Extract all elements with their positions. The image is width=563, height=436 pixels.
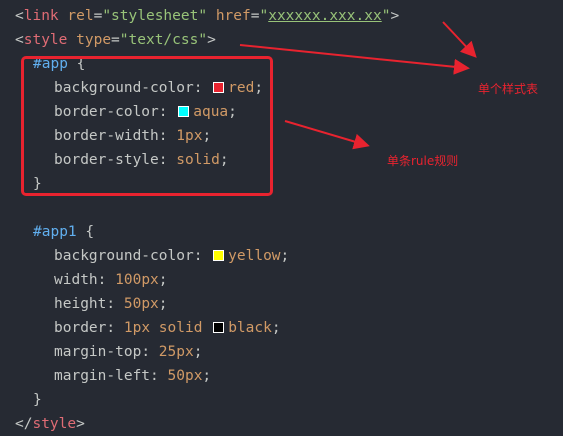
color-swatch-red xyxy=(213,82,225,93)
colon: : xyxy=(158,104,168,120)
colon: : xyxy=(150,368,159,384)
property-name: width xyxy=(54,272,98,288)
code-line-style-open: <style type="text/css"> xyxy=(15,28,216,52)
code-line-app1-margin-left: margin-left: 50px; xyxy=(54,364,211,388)
property-value-style: solid xyxy=(158,320,203,336)
colon: : xyxy=(158,128,168,144)
attr-value-stylesheet: "stylesheet" xyxy=(102,8,208,24)
colon: : xyxy=(158,152,168,168)
property-value-width: 1px xyxy=(123,320,151,336)
code-line-app-border-width: border-width: 1px; xyxy=(54,124,211,148)
brace-open: { xyxy=(85,224,95,240)
property-value: 1px xyxy=(176,128,203,144)
code-line-app1-margin-top: margin-top: 25px; xyxy=(54,340,202,364)
selector-app1: #app1 xyxy=(33,224,77,240)
semicolon: ; xyxy=(219,152,229,168)
colon: : xyxy=(106,296,116,312)
code-line-app1-border: border: 1px solid black; xyxy=(54,316,281,340)
semicolon: ; xyxy=(202,368,212,384)
semicolon: ; xyxy=(202,128,212,144)
tag-close-bracket: > xyxy=(76,416,85,432)
property-value: red xyxy=(228,80,255,96)
equals-sign: = xyxy=(111,32,120,48)
semicolon: ; xyxy=(271,320,281,336)
property-name: border-color xyxy=(54,104,159,120)
colon: : xyxy=(141,344,151,360)
code-line-link: <link rel="stylesheet" href="xxxxxx.xxx.… xyxy=(15,4,399,28)
attr-value-text-css: "text/css" xyxy=(119,32,208,48)
property-name: border xyxy=(54,320,107,336)
tag-name-link: link xyxy=(23,8,59,24)
tag-open-bracket: < xyxy=(15,8,24,24)
brace-open: { xyxy=(76,56,86,72)
color-swatch-black xyxy=(213,322,225,333)
semicolon: ; xyxy=(280,248,290,264)
property-name: height xyxy=(54,296,107,312)
tag-close-bracket: > xyxy=(390,8,400,24)
code-line-style-close: </style> xyxy=(15,412,85,436)
code-line-app1-background-color: background-color: yellow; xyxy=(54,244,289,268)
property-value: solid xyxy=(176,152,220,168)
brace-close: } xyxy=(33,392,42,408)
property-value-color: black xyxy=(228,320,272,336)
tag-name-style: style xyxy=(32,416,77,432)
property-value: 25px xyxy=(158,344,194,360)
tag-close-bracket: > xyxy=(207,32,216,48)
tag-name-style: style xyxy=(23,32,68,48)
property-name: border-width xyxy=(54,128,159,144)
semicolon: ; xyxy=(158,272,168,288)
attr-type: type xyxy=(76,32,112,48)
property-value: 50px xyxy=(123,296,159,312)
semicolon: ; xyxy=(158,296,168,312)
property-value: aqua xyxy=(193,104,229,120)
property-name: background-color xyxy=(54,248,194,264)
brace-close: } xyxy=(33,176,42,192)
code-line-app1-selector: #app1 { xyxy=(33,220,94,244)
property-name: margin-left xyxy=(54,368,151,384)
semicolon: ; xyxy=(193,344,203,360)
code-line-app-border-color: border-color: aqua; xyxy=(54,100,237,124)
property-value: 100px xyxy=(115,272,159,288)
href-link[interactable]: xxxxxx.xxx.xx xyxy=(268,8,382,24)
semicolon: ; xyxy=(228,104,237,120)
code-line-app-border-style: border-style: solid; xyxy=(54,148,229,172)
selector-app: #app xyxy=(33,56,68,72)
code-editor[interactable]: <link rel="stylesheet" href="xxxxxx.xxx.… xyxy=(0,0,563,436)
quote-open: " xyxy=(259,8,269,24)
colon: : xyxy=(193,80,203,96)
property-value: 50px xyxy=(167,368,203,384)
property-value: yellow xyxy=(228,248,281,264)
property-name: border-style xyxy=(54,152,159,168)
colon: : xyxy=(193,248,203,264)
code-line-app-selector: #app { xyxy=(33,52,85,76)
code-line-app-close: } xyxy=(33,172,42,196)
colon: : xyxy=(97,272,107,288)
property-name: margin-top xyxy=(54,344,142,360)
color-swatch-aqua xyxy=(178,106,190,117)
semicolon: ; xyxy=(254,80,264,96)
property-name: background-color xyxy=(54,80,194,96)
annotation-stylesheet: 单个样式表 xyxy=(478,82,539,96)
color-swatch-yellow xyxy=(213,250,225,261)
code-line-app1-width: width: 100px; xyxy=(54,268,168,292)
attr-rel: rel xyxy=(67,8,94,24)
tag-open-bracket: < xyxy=(15,32,24,48)
code-line-app1-close: } xyxy=(33,388,42,412)
code-line-app1-height: height: 50px; xyxy=(54,292,168,316)
colon: : xyxy=(106,320,116,336)
code-line-app-background-color: background-color: red; xyxy=(54,76,263,100)
annotation-rule: 单条rule规则 xyxy=(387,154,459,168)
attr-href: href xyxy=(215,8,251,24)
tag-open-bracket: </ xyxy=(15,416,33,432)
